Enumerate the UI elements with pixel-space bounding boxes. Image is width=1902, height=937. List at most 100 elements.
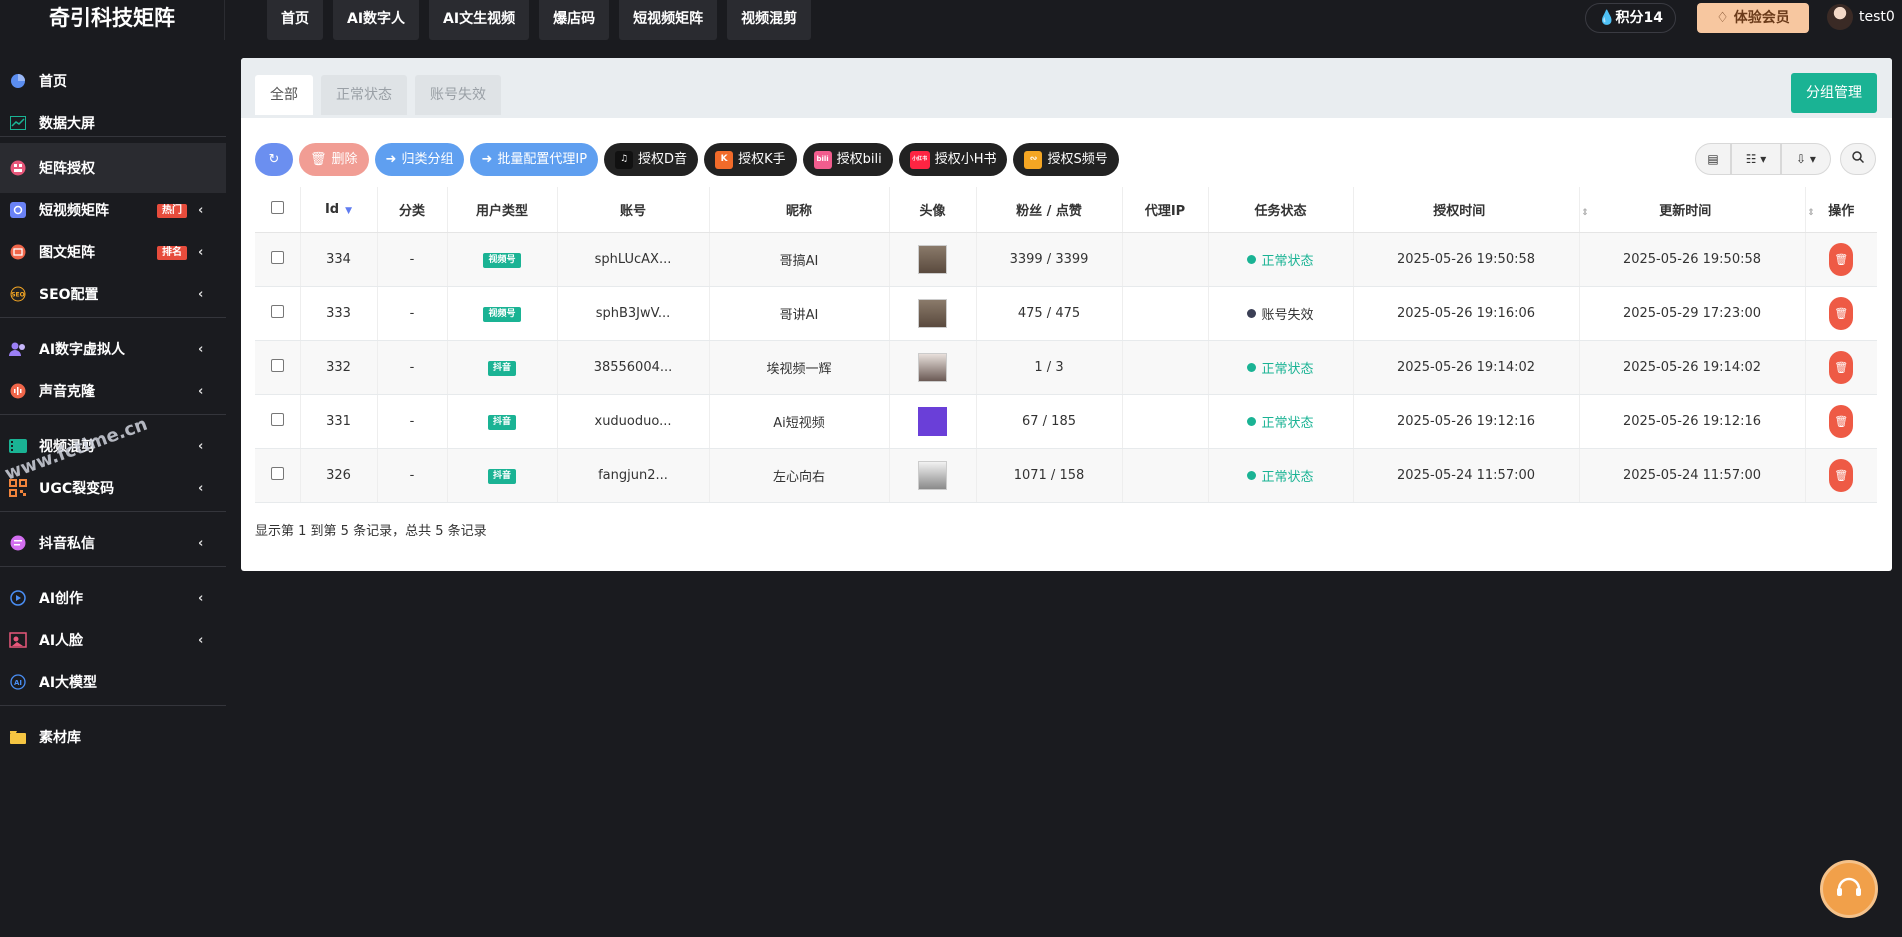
cell-auth-time: 2025-05-26 19:50:58 [1353, 232, 1580, 287]
refresh-button[interactable]: ↻ [255, 143, 293, 176]
row-delete-button[interactable]: 🗑 [1829, 458, 1854, 492]
film-icon [9, 437, 27, 455]
export-button[interactable]: ⇩ ▾ [1781, 143, 1831, 175]
sidebar-item-ai-model[interactable]: AI AI大模型 [0, 657, 226, 707]
face-icon [9, 631, 27, 649]
row-checkbox[interactable] [270, 466, 284, 480]
cell-status: 正常状态 [1208, 394, 1354, 449]
topnav-short-video-matrix[interactable]: 短视频矩阵 [619, 0, 718, 40]
tab-all[interactable]: 全部 [255, 75, 313, 115]
divider [0, 414, 226, 415]
group-manage-button[interactable]: 分组管理 [1791, 73, 1877, 113]
cell-user-type: 抖音 [447, 448, 558, 503]
cell-avatar [889, 286, 977, 341]
search-icon [1852, 151, 1865, 167]
sidebar-item-dashboard[interactable]: 数据大屏 [0, 98, 226, 148]
th-account: 账号 [557, 187, 710, 233]
divider [0, 705, 226, 706]
auth-xhs-button[interactable]: 小红书 授权小H书 [898, 143, 1008, 176]
row-delete-button[interactable]: 🗑 [1829, 404, 1854, 438]
cell-account: sphB3JwV... [557, 286, 710, 341]
status-text: 账号失效 [1261, 307, 1314, 323]
auth-shipinhao-button[interactable]: ∾ 授权S频号 [1013, 143, 1119, 176]
th-id[interactable]: Id ▼ [300, 187, 378, 233]
cell-fans: 3399 / 3399 [976, 232, 1123, 287]
cell-account: fangjun2... [557, 448, 710, 503]
cell-user-type: 抖音 [447, 340, 558, 395]
table-row: 326 - 抖音 fangjun2... 左心向右 1071 / 158 正常状… [255, 448, 1877, 503]
tab-normal[interactable]: 正常状态 [321, 75, 407, 115]
message-icon [9, 534, 27, 552]
table-header-row: Id ▼ 分类 用户类型 账号 昵称 头像 粉丝 / 点赞 代理IP 任务状态 授… [255, 187, 1877, 233]
list-view-button[interactable]: ▤ [1695, 143, 1731, 175]
auth-bili-button[interactable]: bili 授权bili [802, 143, 893, 176]
sidebar-item-materials[interactable]: 素材库 [0, 712, 226, 762]
topnav-ai-text-video[interactable]: AI文生视频 [429, 0, 530, 40]
topnav-home[interactable]: 首页 [267, 0, 323, 40]
row-delete-button[interactable]: 🗑 [1829, 296, 1854, 330]
vip-button[interactable]: ♢ 体验会员 [1697, 3, 1809, 33]
cell-id: 333 [300, 286, 378, 341]
auth-douyin-button[interactable]: ♫ 授权D音 [604, 143, 699, 176]
row-checkbox[interactable] [270, 358, 284, 372]
kuaishou-icon: K [715, 150, 734, 169]
customer-service-button[interactable] [1820, 860, 1878, 918]
sidebar-item-douyin-dm[interactable]: 抖音私信 ‹ [0, 518, 226, 568]
th-auth-time[interactable]: 授权时间 ⇕ [1353, 187, 1589, 233]
th-user-type: 用户类型 [447, 187, 558, 233]
cell-account: 38556004... [557, 340, 710, 395]
sidebar-item-voice-clone[interactable]: 声音克隆 ‹ [0, 366, 226, 416]
columns-button[interactable]: ☷ ▾ [1731, 143, 1781, 175]
tab-invalid[interactable]: 账号失效 [415, 75, 501, 115]
avatar-thumbnail [918, 352, 947, 382]
topnav-video-mix[interactable]: 视频混剪 [727, 0, 812, 40]
cell-user-type: 视频号 [447, 286, 558, 341]
th-proxy-ip: 代理IP [1122, 187, 1209, 233]
cell-actions: 🗑 [1805, 232, 1877, 287]
delete-button[interactable]: 🗑 删除 [299, 143, 369, 176]
seo-icon: SEO [9, 285, 27, 303]
cell-category: - [377, 340, 448, 395]
row-select-cell [255, 232, 301, 287]
sidebar-item-seo[interactable]: SEO SEO配置 ‹ [0, 269, 226, 319]
cell-status: 正常状态 [1208, 340, 1354, 395]
points-badge[interactable]: 💧积分14 [1585, 3, 1676, 33]
row-checkbox[interactable] [270, 250, 284, 264]
divider [0, 566, 226, 567]
cell-category: - [377, 448, 448, 503]
user-type-badge: 视频号 [483, 252, 521, 268]
th-update-time[interactable]: 更新时间 ⇕ [1579, 187, 1815, 233]
classify-group-button[interactable]: ➜ 归类分组 [374, 143, 465, 176]
topnav-ai-digital-human[interactable]: AI数字人 [333, 0, 420, 40]
cell-fans: 67 / 185 [976, 394, 1123, 449]
row-select-cell [255, 394, 301, 449]
cell-update-time: 2025-05-29 17:23:00 [1579, 286, 1806, 341]
batch-proxy-button[interactable]: ➜ 批量配置代理IP [470, 143, 599, 176]
row-checkbox[interactable] [270, 304, 284, 318]
folder-icon [9, 728, 27, 746]
topnav-store-code[interactable]: 爆店码 [539, 0, 610, 40]
chevron-left-icon: ‹ [198, 341, 204, 357]
accounts-table: Id ▼ 分类 用户类型 账号 昵称 头像 粉丝 / 点赞 代理IP 任务状态 授… [255, 187, 1877, 503]
cell-status: 正常状态 [1208, 448, 1354, 503]
th-fans-likes: 粉丝 / 点赞 [976, 187, 1123, 233]
row-select-cell [255, 340, 301, 395]
user-menu[interactable]: test0 [1827, 4, 1895, 30]
cell-user-type: 抖音 [447, 394, 558, 449]
auth-kuaishou-button[interactable]: K 授权K手 [704, 143, 797, 176]
chevron-left-icon: ‹ [198, 244, 204, 260]
username: test0 [1859, 9, 1895, 25]
bilibili-icon: bili [813, 150, 832, 169]
row-delete-button[interactable]: 🗑 [1829, 242, 1854, 276]
cell-proxy [1122, 394, 1209, 449]
select-all-checkbox[interactable] [270, 200, 284, 214]
row-checkbox[interactable] [270, 412, 284, 426]
cell-auth-time: 2025-05-26 19:16:06 [1353, 286, 1580, 341]
avatar-thumbnail [918, 298, 947, 328]
table-row: 334 - 视频号 sphLUcAX... 哥搞AI 3399 / 3399 正… [255, 232, 1877, 287]
th-actions: 操作 [1805, 187, 1877, 233]
cell-status: 正常状态 [1208, 232, 1354, 287]
row-delete-button[interactable]: 🗑 [1829, 350, 1854, 384]
top-bar: 奇引科技矩阵 首页 AI数字人 AI文生视频 爆店码 短视频矩阵 视频混剪 💧积… [0, 0, 1902, 40]
search-button[interactable] [1840, 143, 1876, 175]
